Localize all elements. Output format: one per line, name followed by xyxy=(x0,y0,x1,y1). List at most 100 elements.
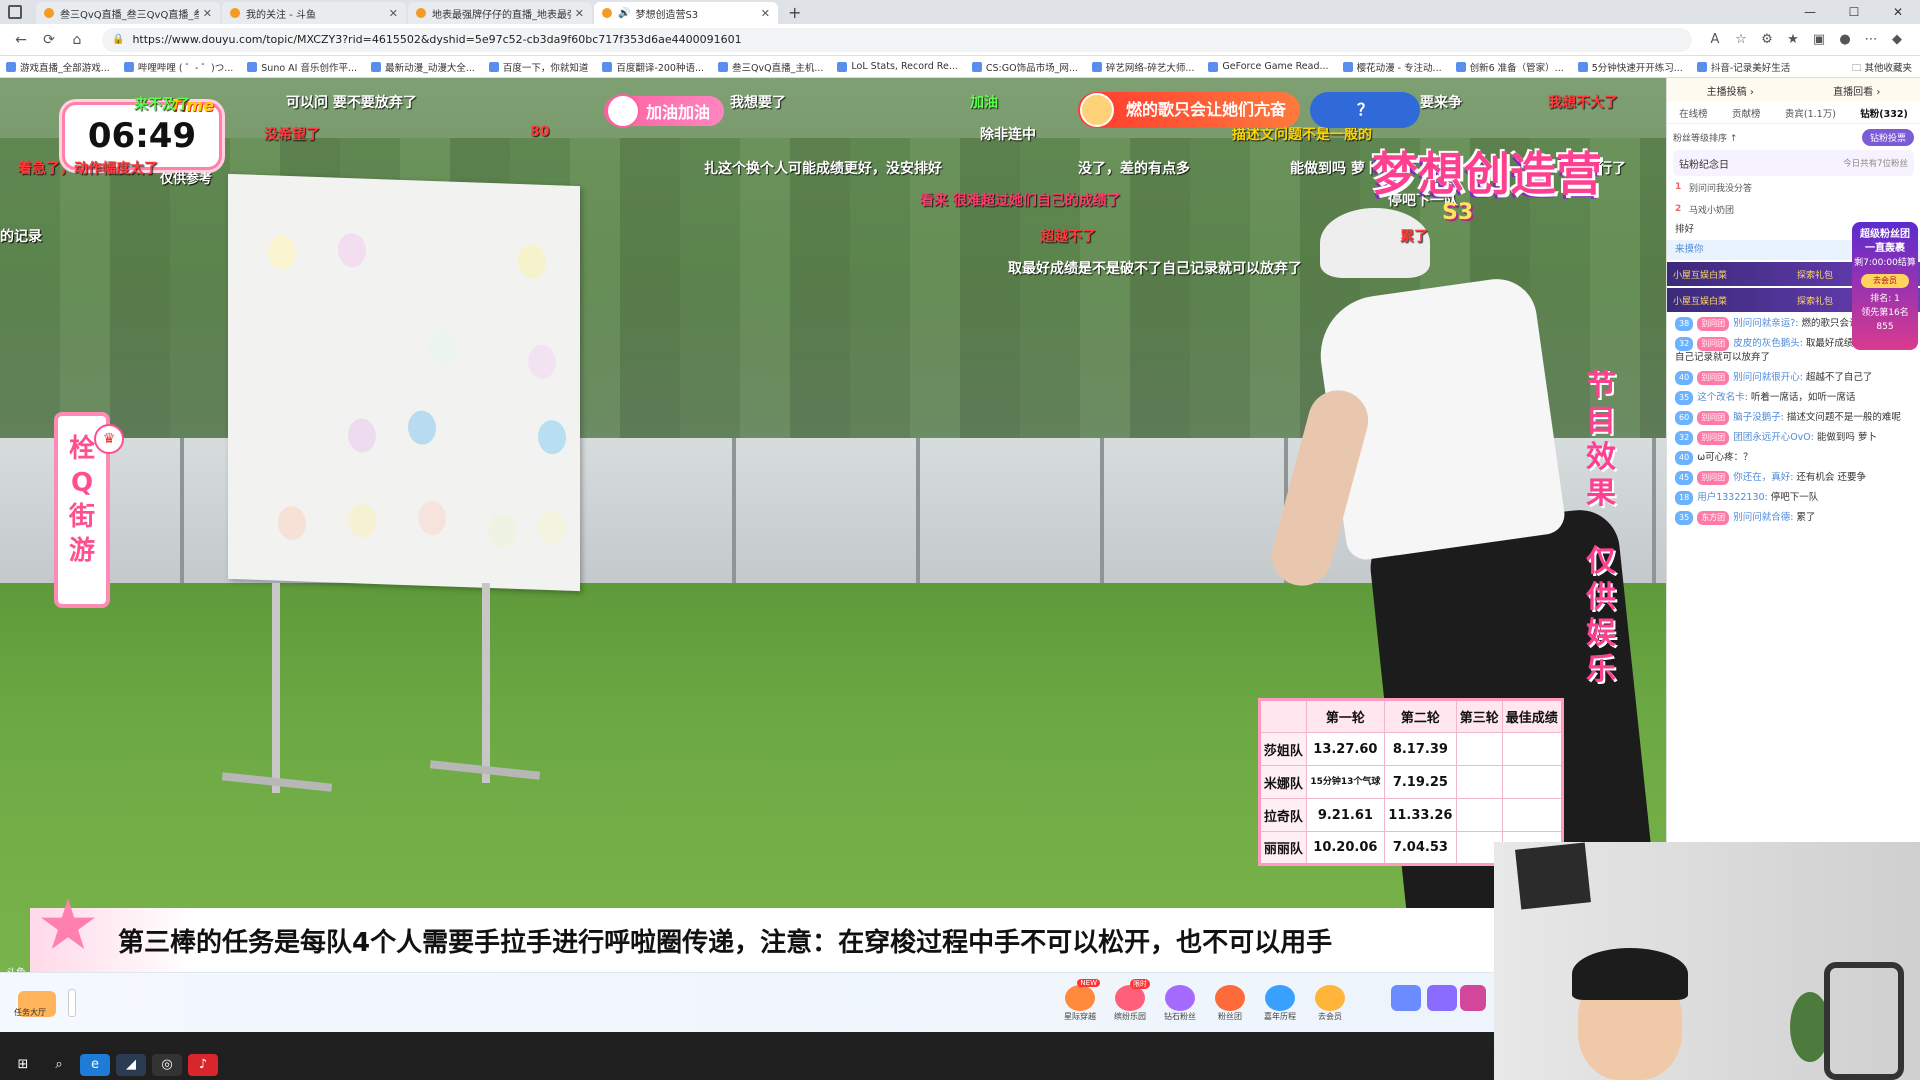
round-score: 7.04.53 xyxy=(1383,831,1457,865)
steam-icon[interactable]: ◎ xyxy=(152,1054,182,1076)
bookmark-icon xyxy=(1577,61,1588,72)
bookmark-item[interactable]: 创新6 准备（管家）... xyxy=(1455,60,1564,74)
lock-icon[interactable]: 🔒 xyxy=(112,34,124,45)
bookmark-item[interactable]: 碎艺网络-碎艺大师... xyxy=(1091,60,1194,74)
minimize-icon[interactable]: — xyxy=(1788,0,1832,24)
close-icon[interactable]: ✕ xyxy=(575,7,584,20)
webcam-exercise-bike xyxy=(1824,962,1904,1080)
speaker-icon[interactable]: 🔊 xyxy=(618,8,630,19)
toolbar-item[interactable]: 去会员 xyxy=(1308,985,1352,1025)
rank-item[interactable]: 1 别问问我没分答 xyxy=(1667,176,1920,198)
windows-start-icon[interactable]: ⊞ xyxy=(8,1054,38,1076)
close-icon[interactable]: ✕ xyxy=(203,7,212,20)
window-controls: — ☐ ✕ xyxy=(1788,0,1920,24)
search-icon[interactable]: ⌕ xyxy=(44,1054,74,1076)
browser-tab-4-active[interactable]: 🔊 梦想创造营S3 ✕ xyxy=(594,2,778,24)
toolbar-item[interactable]: 缤纷乐园 限时 xyxy=(1108,979,1152,1025)
toolbar-item[interactable]: 粉丝团 xyxy=(1208,985,1252,1025)
bookmark-item[interactable]: 叁三QvQ直播_主机... xyxy=(718,60,823,74)
gift-icon xyxy=(1460,985,1486,1011)
window-menu-icon[interactable] xyxy=(8,5,22,19)
bookmark-item[interactable]: 5分钟快速开开练习... xyxy=(1577,60,1683,74)
bookmark-item[interactable]: GeForce Game Read... xyxy=(1208,61,1329,72)
promo-member-button[interactable]: 去会员 xyxy=(1861,274,1909,288)
url-input[interactable]: 🔒 https://www.douyu.com/topic/MXCZY3?rid… xyxy=(102,27,1692,52)
best-score xyxy=(1501,732,1564,766)
more-icon[interactable]: ⋯ xyxy=(1858,32,1884,47)
tab-diamond-fans[interactable]: 钻粉(332) xyxy=(1860,106,1908,120)
profile-icon[interactable]: ● xyxy=(1832,32,1858,47)
toolbar-item[interactable]: 钻石粉丝 xyxy=(1158,985,1202,1025)
fan-sort-row: 粉丝等级排序 ↑ 钻粉投票 xyxy=(1667,124,1920,150)
webcam-person xyxy=(1572,948,1688,1000)
table-header-row: 第一轮 第二轮 第三轮 最佳成绩 xyxy=(1259,699,1564,733)
netease-music-icon[interactable]: ♪ xyxy=(188,1054,218,1076)
table-header xyxy=(1259,699,1307,733)
fan-vote-button[interactable]: 钻粉投票 xyxy=(1861,128,1914,146)
favorite-star-icon[interactable]: ☆ xyxy=(1728,32,1754,47)
bookmark-item[interactable]: 哔哩哔哩 ( ゜- ゜)つ... xyxy=(123,60,233,74)
chat-message: 60 别问团 脑子没鹅子: 描述文问题不是一般的难呢 xyxy=(1667,408,1920,428)
back-icon[interactable]: ← xyxy=(10,32,32,48)
round-score: 10.20.06 xyxy=(1305,831,1385,865)
app-icon[interactable]: ◢ xyxy=(116,1054,146,1076)
other-bookmarks-folder[interactable]: 🗀 其他收藏夹 xyxy=(1852,60,1912,77)
fan-sort-label[interactable]: 粉丝等级排序 ↑ xyxy=(1673,131,1737,144)
crown-icon: ♛ xyxy=(94,424,124,454)
rank-item[interactable]: 2 马戏小奶团 xyxy=(1667,198,1920,220)
bookmark-item[interactable]: 樱花动漫 - 专注动... xyxy=(1342,60,1442,74)
browser-tab-2[interactable]: 我的关注 - 斗鱼 ✕ xyxy=(222,2,406,24)
bookmark-item[interactable]: LoL Stats, Record Re... xyxy=(837,61,958,72)
browser-tab-1[interactable]: 叁三QvQ直播_叁三QvQ直播_叁三 ✕ xyxy=(36,2,220,24)
new-tab-icon[interactable]: + xyxy=(788,2,801,24)
close-window-icon[interactable]: ✕ xyxy=(1876,0,1920,24)
table-header: 第三轮 xyxy=(1455,699,1503,733)
collapse-handle[interactable] xyxy=(68,989,76,1017)
toolbar-item[interactable]: 嘉年历程 xyxy=(1258,985,1302,1025)
browser-tab-3[interactable]: 地表最强牌仔仔的直播_地表最强 ✕ xyxy=(408,2,592,24)
danmu-comment: 我想要了 xyxy=(730,95,786,111)
streamer-uploads-link[interactable]: 主播投稿 › xyxy=(1707,83,1754,98)
extensions-icon[interactable]: ⚙ xyxy=(1754,32,1780,47)
anniversary-row[interactable]: 钻粉纪念日 今日共有7位粉丝 xyxy=(1673,150,1914,176)
close-icon[interactable]: ✕ xyxy=(389,7,398,20)
bookmark-item[interactable]: 百度一下，你就知道 xyxy=(488,60,588,74)
read-aloud-icon[interactable]: A xyxy=(1702,32,1728,47)
favorites-icon[interactable]: ★ xyxy=(1780,32,1806,47)
close-icon[interactable]: ✕ xyxy=(761,7,770,20)
video-player[interactable]: 06:49 Time 仅供参考 的记录 来不及了 可以问 要不要放弃了 我想要了… xyxy=(0,78,1666,972)
bookmark-item[interactable]: 百度翻译-200种语... xyxy=(602,60,704,74)
maximize-icon[interactable]: ☐ xyxy=(1832,0,1876,24)
super-fan-promo[interactable]: 超级粉丝团 一直轰裹 剩7:00:00结算 去会员 排名: 1 领先第16名 8… xyxy=(1852,222,1918,350)
cheer-badge: 加油加油 xyxy=(604,94,725,128)
gift-item[interactable] xyxy=(1456,985,1490,1025)
collections-icon[interactable]: ▣ xyxy=(1806,32,1832,47)
tab-vip[interactable]: 贵宾(1.1万) xyxy=(1785,106,1836,120)
reload-icon[interactable]: ⟳ xyxy=(38,32,60,48)
bookmark-item[interactable]: Suno AI 音乐创作平... xyxy=(247,60,357,74)
diamond-icon xyxy=(1165,985,1195,1011)
bookmark-icon xyxy=(971,61,982,72)
edge-browser-icon[interactable]: e xyxy=(80,1054,110,1076)
danmu-comment: 80 xyxy=(530,124,550,140)
replay-link[interactable]: 直播回看 › xyxy=(1833,83,1880,98)
bookmark-item[interactable]: CS:GO饰品市场_网... xyxy=(971,60,1078,74)
tab-contribution[interactable]: 贡献榜 xyxy=(1732,106,1761,120)
player-bottom-toolbar: 任务大厅 星际穿越 NEW 缤纷乐园 限时 钻石粉丝 粉丝团 嘉年历程 去会员 xyxy=(0,972,1494,1032)
round-score: 11.33.26 xyxy=(1383,798,1457,832)
chat-message: 40 别问团 别问问就很开心: 超越不了自己了 xyxy=(1667,368,1920,388)
tab-online[interactable]: 在线榜 xyxy=(1679,106,1708,120)
balloon xyxy=(408,410,436,446)
toolbar-item[interactable]: 星际穿越 NEW xyxy=(1058,979,1102,1025)
home-icon[interactable]: ⌂ xyxy=(66,32,88,48)
vertical-caption: 节目效果 xyxy=(1586,368,1616,511)
copilot-icon[interactable]: ◆ xyxy=(1884,32,1910,47)
table-row: 米娜队 15分钟13个气球 7.19.25 xyxy=(1259,765,1564,799)
round-score: 7.19.25 xyxy=(1383,765,1457,799)
bookmark-icon xyxy=(371,61,382,72)
bookmark-item[interactable]: 游戏直播_全部游戏... xyxy=(6,60,110,74)
bookmark-item[interactable]: 最新动漫_动漫大全... xyxy=(371,60,475,74)
danmu-comment: 取最好成绩是不是破不了自己记录就可以放弃了 xyxy=(1008,261,1302,277)
bookmark-item[interactable]: 抖音-记录美好生活 xyxy=(1696,60,1790,74)
team-name: 丽丽队 xyxy=(1259,831,1307,865)
